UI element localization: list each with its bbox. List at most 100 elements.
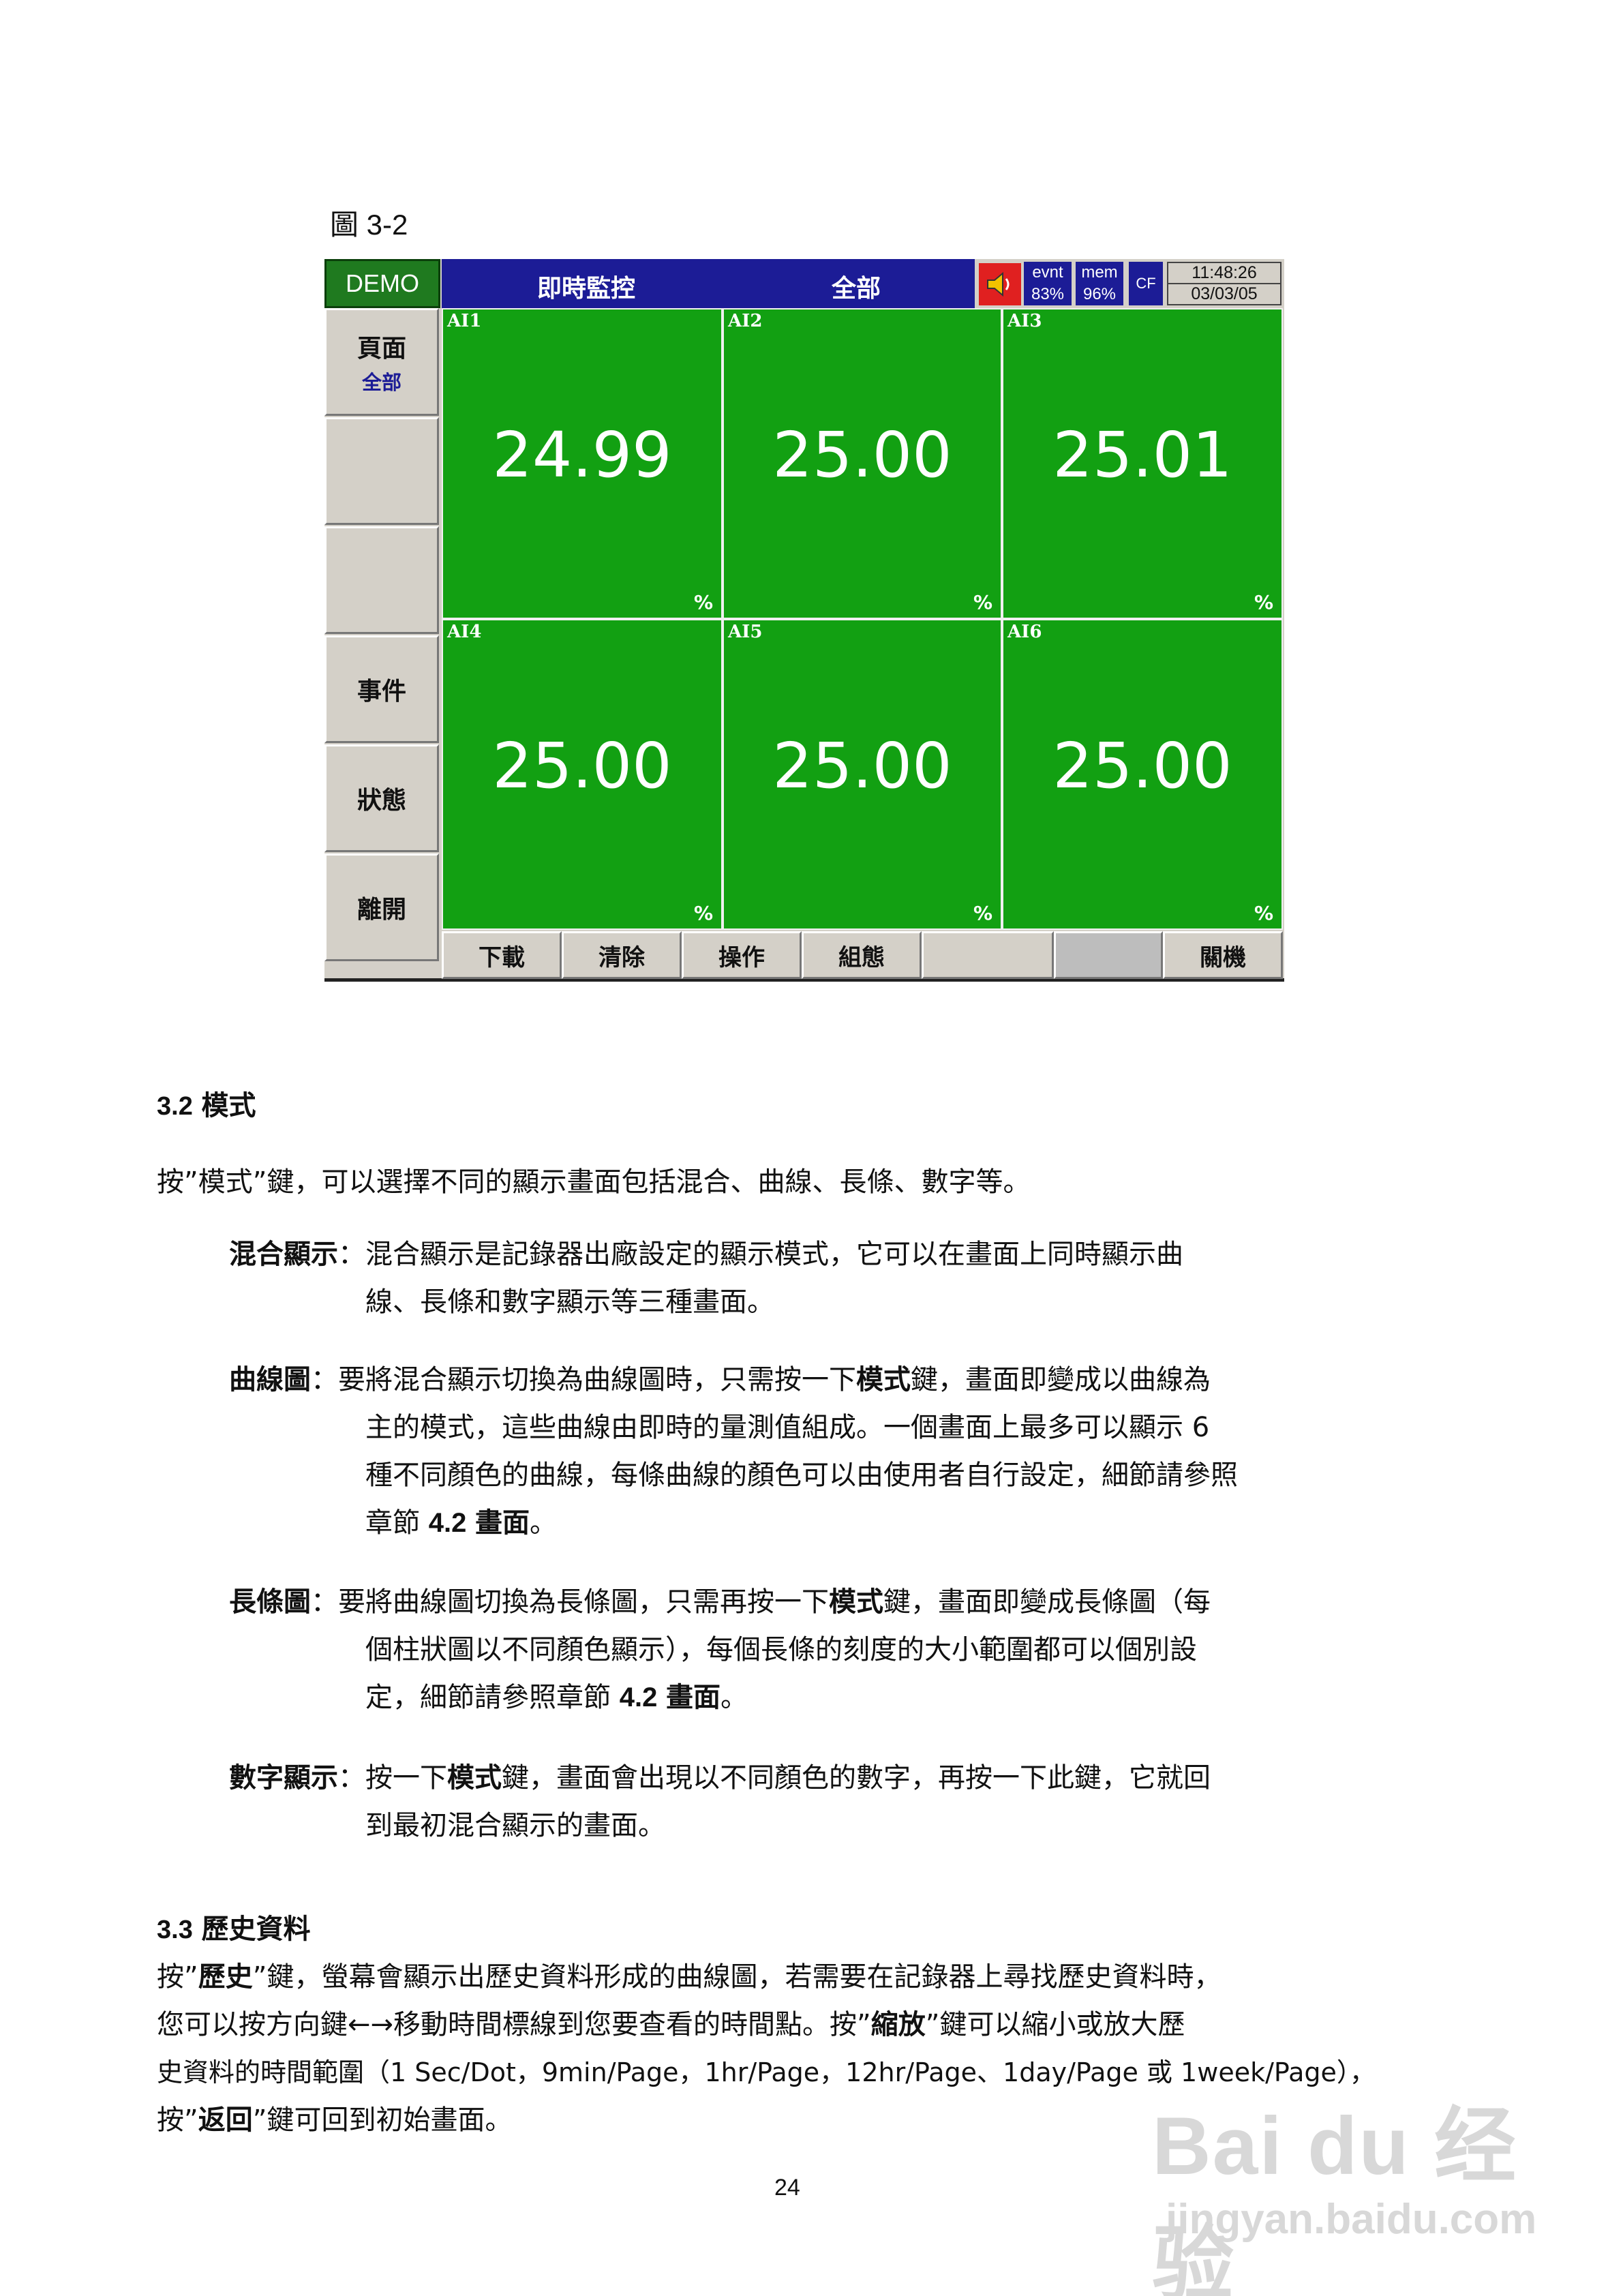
channel-value: 25.00 bbox=[772, 419, 952, 492]
page-button-sub: 全部 bbox=[361, 371, 401, 394]
page-button[interactable]: 頁面 全部 bbox=[324, 308, 439, 416]
title-bar: 即時監控 全部 bbox=[442, 259, 975, 308]
event-usage: evnt 83% bbox=[1024, 262, 1072, 305]
mixed-display-line-1: 混合顯示：混合顯示是記錄器出廠設定的顯示模式，它可以在畫面上同時顯示曲 bbox=[229, 1235, 1183, 1273]
history-key: 歷史 bbox=[198, 1961, 253, 1993]
channel-name: AI5 bbox=[728, 622, 763, 642]
blank-bottom-button[interactable] bbox=[922, 931, 1054, 979]
section-title: 歷史資料 bbox=[201, 1913, 311, 1945]
numeric-text-a: ：按一下 bbox=[338, 1762, 447, 1794]
clock: 11:48:26 03/03/05 bbox=[1167, 262, 1281, 305]
speaker-icon[interactable] bbox=[979, 263, 1021, 305]
event-value: 83% bbox=[1031, 285, 1065, 303]
figure-label: 圖 3-2 bbox=[330, 209, 408, 241]
channel-cell-ai2[interactable]: AI2 25.00 % bbox=[723, 308, 1002, 619]
section-3-2-heading: 3.2 模式 bbox=[157, 1087, 256, 1126]
memory-label: mem bbox=[1081, 263, 1118, 282]
channel-name: AI6 bbox=[1007, 622, 1042, 642]
disabled-bottom-button bbox=[1054, 931, 1163, 979]
bar-ref-number: 4.2 bbox=[619, 1682, 658, 1712]
bar-line-3: 定，細節請參照章節 4.2 畫面。 bbox=[365, 1678, 748, 1717]
channel-value: 24.99 bbox=[492, 419, 672, 492]
watermark: Bai du 经验 jingyan.baidu.com bbox=[1152, 2079, 1561, 2296]
curve-ref-suffix: 。 bbox=[530, 1507, 558, 1539]
status-button-label: 狀態 bbox=[357, 787, 406, 815]
curve-ref-prefix: 章節 bbox=[365, 1507, 420, 1539]
bar-ref-prefix: 定，細節請參照章節 bbox=[365, 1682, 611, 1713]
curve-ref-number: 4.2 bbox=[428, 1508, 467, 1538]
bar-line-1: 長條圖：要將曲線圖切換為長條圖，只需再按一下模式鍵，畫面即變成長條圖（每 bbox=[229, 1583, 1211, 1621]
numeric-text-b: 鍵，畫面會出現以不同顏色的數字，再按一下此鍵，它就回 bbox=[502, 1762, 1211, 1794]
shutdown-button[interactable]: 關機 bbox=[1163, 931, 1283, 979]
bar-text-b: 鍵，畫面即變成長條圖（每 bbox=[883, 1586, 1211, 1618]
curve-line-4: 章節 4.2 畫面。 bbox=[365, 1504, 557, 1542]
page-number: 24 bbox=[774, 2175, 800, 2201]
channel-cell-ai4[interactable]: AI4 25.00 % bbox=[442, 619, 723, 930]
channel-name: AI1 bbox=[447, 311, 482, 331]
status-button[interactable]: 狀態 bbox=[324, 744, 439, 852]
return-key: 返回 bbox=[198, 2104, 253, 2136]
numeric-line-1: 數字顯示：按一下模式鍵，畫面會出現以不同顏色的數字，再按一下此鍵，它就回 bbox=[229, 1759, 1211, 1797]
channel-grid: AI1 24.99 % AI2 25.00 % AI3 25.01 % AI4 … bbox=[442, 308, 1283, 930]
section-3-3-line-2: 您可以按方向鍵←→移動時間標線到您要查看的時間點。按”縮放”鍵可以縮小或放大歷 bbox=[157, 2006, 1185, 2044]
curve-term: 曲線圖 bbox=[229, 1363, 311, 1395]
side-blank-button-1[interactable] bbox=[324, 417, 439, 525]
event-button-label: 事件 bbox=[357, 678, 406, 706]
channel-cell-ai5[interactable]: AI5 25.00 % bbox=[723, 619, 1002, 930]
watermark-url: jingyan.baidu.com bbox=[1166, 2196, 1537, 2243]
operate-button-label: 操作 bbox=[718, 943, 765, 971]
shutdown-button-label: 關機 bbox=[1200, 943, 1246, 971]
channel-cell-ai6[interactable]: AI6 25.00 % bbox=[1002, 619, 1283, 930]
numeric-line-2: 到最初混合顯示的畫面。 bbox=[365, 1810, 665, 1841]
curve-line-2: 主的模式，這些曲線由即時的量測值組成。一個畫面上最多可以顯示 6 bbox=[365, 1412, 1210, 1443]
clock-date: 03/03/05 bbox=[1191, 284, 1258, 303]
mixed-display-term: 混合顯示 bbox=[229, 1238, 338, 1270]
curve-line-1: 曲線圖：要將混合顯示切換為曲線圖時，只需按一下模式鍵，畫面即變成以曲線為 bbox=[229, 1361, 1211, 1399]
channel-name: AI4 bbox=[447, 622, 482, 642]
clear-button-label: 清除 bbox=[598, 943, 645, 971]
clear-button[interactable]: 清除 bbox=[562, 931, 682, 979]
channel-unit: % bbox=[973, 902, 992, 924]
demo-label: DEMO bbox=[324, 259, 440, 308]
exit-button-label: 離開 bbox=[357, 896, 406, 924]
exit-button[interactable]: 離開 bbox=[324, 854, 439, 961]
bar-ref-suffix: 。 bbox=[721, 1682, 748, 1713]
curve-line-3: 種不同顏色的曲線，每條曲線的顏色可以由使用者自行設定，細節請參照 bbox=[365, 1460, 1238, 1491]
bar-text-a: ：要將曲線圖切換為長條圖，只需再按一下 bbox=[311, 1586, 829, 1618]
event-label: evnt bbox=[1032, 263, 1063, 282]
download-button[interactable]: 下載 bbox=[442, 931, 562, 979]
bar-term: 長條圖 bbox=[229, 1586, 311, 1618]
history-text: ”鍵，螢幕會顯示出歷史資料形成的曲線圖，若需要在記錄器上尋找歷史資料時， bbox=[252, 1961, 1222, 1993]
bar-key: 模式 bbox=[829, 1586, 883, 1618]
channel-value: 25.01 bbox=[1052, 419, 1232, 492]
section-3-2-intro: 按”模式”鍵，可以選擇不同的顯示畫面包括混合、曲線、長條、數字等。 bbox=[157, 1166, 1031, 1198]
numeric-term: 數字顯示 bbox=[229, 1762, 338, 1794]
channel-value: 25.00 bbox=[772, 729, 952, 802]
section-number: 3.3 bbox=[157, 1916, 193, 1944]
section-title: 模式 bbox=[201, 1089, 256, 1121]
section-number: 3.2 bbox=[157, 1092, 193, 1121]
channel-cell-ai1[interactable]: AI1 24.99 % bbox=[442, 308, 723, 619]
bar-ref-term: 畫面 bbox=[666, 1681, 721, 1713]
sidebar: 頁面 全部 事件 狀態 離開 bbox=[324, 308, 440, 980]
watermark-brand: Bai du 经验 bbox=[1152, 2100, 1518, 2296]
channel-unit: % bbox=[693, 902, 713, 924]
channel-name: AI3 bbox=[1007, 311, 1042, 331]
channel-cell-ai3[interactable]: AI3 25.01 % bbox=[1002, 308, 1283, 619]
bar-line-2: 個柱狀圖以不同顏色顯示），每個長條的刻度的大小範圍都可以個別設 bbox=[365, 1634, 1197, 1665]
curve-text-a: ：要將混合顯示切換為曲線圖時，只需按一下 bbox=[311, 1364, 856, 1395]
curve-ref-term: 畫面 bbox=[475, 1507, 530, 1539]
mixed-display-text: ：混合顯示是記錄器出廠設定的顯示模式，它可以在畫面上同時顯示曲 bbox=[338, 1239, 1183, 1270]
page-button-label: 頁面 bbox=[357, 335, 406, 363]
channel-name: AI2 bbox=[728, 311, 763, 331]
operate-button[interactable]: 操作 bbox=[682, 931, 802, 979]
zoom-text: ”鍵可以縮小或放大歷 bbox=[925, 2009, 1185, 2040]
numeric-key: 模式 bbox=[447, 1762, 502, 1794]
channel-unit: % bbox=[973, 591, 992, 614]
section-3-3-line-1: 按”歷史”鍵，螢幕會顯示出歷史資料形成的曲線圖，若需要在記錄器上尋找歷史資料時， bbox=[157, 1958, 1221, 1996]
config-button[interactable]: 組態 bbox=[802, 931, 922, 979]
side-blank-button-2[interactable] bbox=[324, 526, 439, 634]
event-button[interactable]: 事件 bbox=[324, 635, 439, 743]
mixed-display-line-2: 線、長條和數字顯示等三種畫面。 bbox=[365, 1286, 774, 1318]
zoom-key: 縮放 bbox=[870, 2008, 926, 2040]
